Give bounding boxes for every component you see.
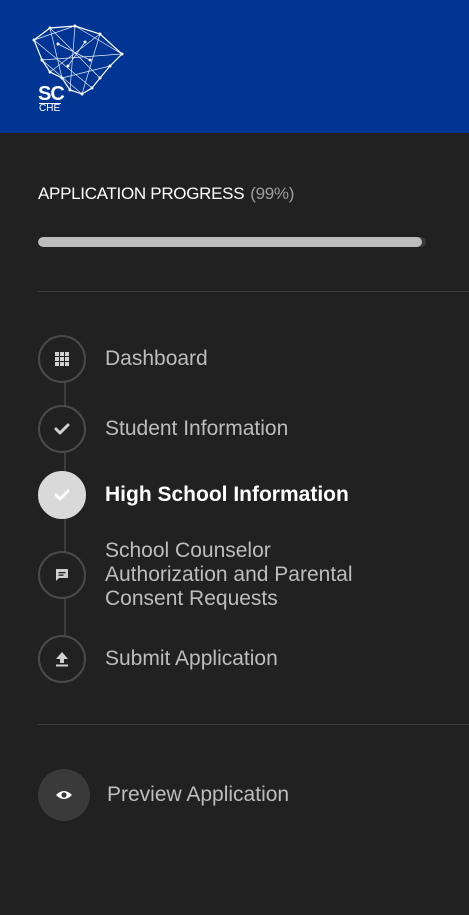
logo-text: SC	[38, 83, 65, 105]
check-icon	[54, 489, 70, 501]
progress-header: APPLICATION PROGRESS (99%)	[38, 184, 294, 204]
app-header: SC CHE	[0, 0, 469, 133]
step-label: High School Information	[105, 483, 349, 506]
sc-che-logo[interactable]: SC CHE	[30, 20, 140, 120]
step-icon-circle-active	[38, 471, 86, 519]
step-counselor-authorization[interactable]: School Counselor Authorization and Paren…	[38, 539, 458, 611]
preview-application-button[interactable]: Preview Application	[38, 769, 458, 821]
grid-icon	[55, 352, 69, 366]
preview-icon-circle	[38, 769, 90, 821]
step-student-information[interactable]: Student Information	[38, 405, 458, 453]
logo-subtext: CHE	[39, 103, 61, 114]
step-dashboard[interactable]: Dashboard	[38, 335, 458, 383]
step-label: Dashboard	[105, 347, 208, 370]
eye-icon	[56, 791, 72, 799]
progress-percent: (99%)	[250, 184, 295, 203]
step-label-line: School Counselor	[105, 539, 271, 562]
progress-bar	[38, 237, 426, 247]
step-submit-application[interactable]: Submit Application	[38, 635, 458, 683]
step-icon-circle	[38, 335, 86, 383]
step-label: Submit Application	[105, 647, 278, 670]
step-icon-circle	[38, 405, 86, 453]
progress-bar-fill	[38, 237, 423, 247]
step-icon-circle	[38, 551, 86, 599]
message-icon	[56, 569, 68, 581]
application-sidebar: APPLICATION PROGRESS (99%) Dashboard Stud…	[0, 133, 469, 915]
upload-icon	[56, 652, 68, 667]
step-label-line: Authorization and Parental	[105, 563, 353, 586]
check-icon	[54, 423, 70, 435]
step-label: Student Information	[105, 417, 289, 440]
step-label: School Counselor Authorization and Paren…	[105, 539, 353, 611]
divider	[38, 291, 469, 292]
preview-label: Preview Application	[107, 783, 290, 806]
step-high-school-information[interactable]: High School Information	[38, 471, 458, 519]
step-icon-circle	[38, 635, 86, 683]
step-label-line: Consent Requests	[105, 587, 278, 610]
divider	[38, 724, 469, 725]
progress-title: APPLICATION PROGRESS	[38, 184, 245, 203]
